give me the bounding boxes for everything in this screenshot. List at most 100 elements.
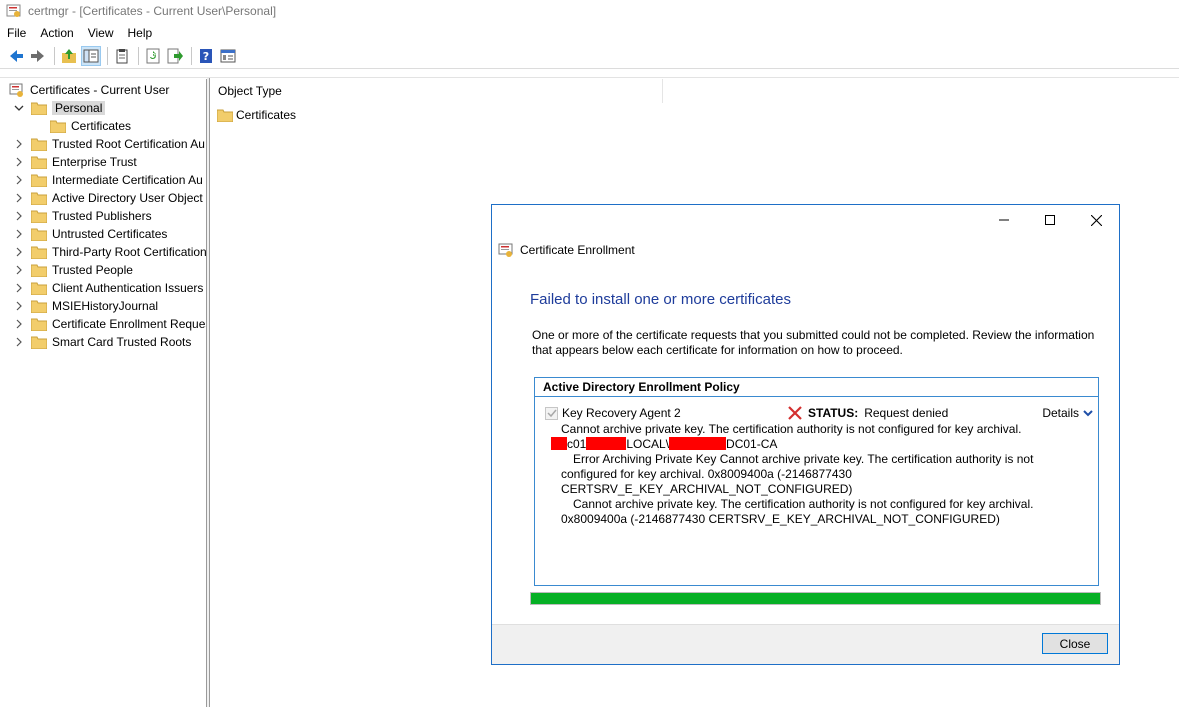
dialog-header: Certificate Enrollment (498, 242, 635, 258)
tree-item-label: Personal (52, 101, 106, 115)
tree-item[interactable]: MSIEHistoryJournal (13, 297, 158, 315)
dialog-footer: Close (492, 624, 1119, 664)
chevron-right-icon[interactable] (13, 210, 25, 222)
folder-icon (31, 156, 47, 169)
forward-button[interactable] (28, 46, 48, 66)
tree-item[interactable]: Intermediate Certification Au (13, 171, 203, 189)
tree-item[interactable]: Untrusted Certificates (13, 225, 167, 243)
close-button[interactable]: Close (1042, 633, 1108, 654)
ca-name-part: c01 (567, 437, 587, 451)
folder-icon (31, 174, 47, 187)
toolbar-separator (107, 47, 108, 65)
chevron-right-icon[interactable] (13, 282, 25, 294)
details-toggle[interactable]: Details (1042, 405, 1093, 421)
column-header-object-type[interactable]: Object Type (211, 79, 663, 103)
up-one-level-button[interactable] (59, 46, 79, 66)
certmgr-app-icon (6, 4, 21, 17)
menu-help[interactable]: Help (121, 26, 160, 40)
tree-item-label: Client Authentication Issuers (52, 281, 204, 295)
show-hide-tree-button[interactable] (81, 46, 101, 66)
folder-icon (31, 264, 47, 277)
help-button[interactable]: ? (196, 46, 216, 66)
tree-item-label: MSIEHistoryJournal (52, 299, 159, 313)
close-icon (1090, 214, 1102, 226)
column-header-label: Object Type (218, 84, 282, 98)
folder-icon (31, 336, 47, 349)
menu-view[interactable]: View (81, 26, 121, 40)
certificate-store-icon (9, 83, 23, 97)
tree-item[interactable]: Certificate Enrollment Reques (13, 315, 207, 333)
tree-item[interactable]: Client Authentication Issuers (13, 279, 203, 297)
redaction-mark (551, 437, 567, 450)
tree-item[interactable]: Trusted Publishers (13, 207, 152, 225)
tree-item[interactable]: Active Directory User Object (13, 189, 203, 207)
properties-button[interactable] (218, 46, 238, 66)
list-item[interactable]: Certificates (217, 106, 296, 124)
list-item-label: Certificates (236, 108, 297, 122)
clipboard-icon (116, 49, 128, 64)
up-folder-icon (62, 49, 76, 63)
tree-root[interactable]: Certificates - Current User (9, 81, 169, 99)
tree-item[interactable]: Smart Card Trusted Roots (13, 333, 191, 351)
folder-icon (31, 102, 47, 115)
status-label: STATUS: (808, 406, 859, 420)
certificate-checkbox[interactable] (545, 406, 558, 420)
folder-icon (217, 109, 233, 122)
pane-splitter[interactable] (207, 78, 210, 707)
error-message-line: configured for key archival. 0x8009400a … (561, 467, 852, 481)
folder-icon (31, 228, 47, 241)
chevron-right-icon[interactable] (13, 264, 25, 276)
chevron-right-icon[interactable] (13, 174, 25, 186)
clipboard-button[interactable] (112, 46, 132, 66)
progress-fill (531, 593, 1100, 604)
tree-item[interactable]: Third-Party Root Certification (13, 243, 207, 261)
status-indicator: STATUS: Request denied (788, 405, 948, 421)
folder-icon (31, 138, 47, 151)
error-message-line: 0x8009400a (-2146877430 CERTSRV_E_KEY_AR… (561, 512, 1000, 526)
tree-item-personal-certificates[interactable]: Certificates (50, 117, 131, 135)
menu-file[interactable]: File (0, 26, 33, 40)
maximize-icon (1045, 215, 1055, 225)
export-list-button[interactable] (165, 46, 185, 66)
folder-icon (31, 300, 47, 313)
chevron-right-icon[interactable] (13, 246, 25, 258)
details-label: Details (1042, 406, 1079, 420)
close-window-button[interactable] (1073, 205, 1119, 235)
show-hide-tree-icon (83, 49, 99, 63)
chevron-right-icon[interactable] (13, 228, 25, 240)
svg-text:?: ? (203, 50, 209, 63)
tree-item-label: Third-Party Root Certification (52, 245, 207, 259)
tree-item-label: Trusted Publishers (52, 209, 152, 223)
error-message-line: Error Archiving Private Key Cannot archi… (573, 452, 1034, 466)
chevron-right-icon[interactable] (13, 156, 25, 168)
certificate-enrollment-dialog: Certificate Enrollment Failed to install… (491, 204, 1120, 665)
tree-item-label: Enterprise Trust (52, 155, 137, 169)
back-button[interactable] (6, 46, 26, 66)
tree-item-label: Certificate Enrollment Reques (52, 317, 207, 331)
error-x-icon (788, 406, 802, 420)
minimize-button[interactable] (981, 205, 1027, 235)
tree-item[interactable]: Trusted Root Certification Au (13, 135, 205, 153)
refresh-button[interactable] (143, 46, 163, 66)
ca-name-part: DC01-CA (726, 437, 778, 451)
tree-item[interactable]: Enterprise Trust (13, 153, 137, 171)
properties-icon (220, 49, 236, 63)
chevron-right-icon[interactable] (13, 192, 25, 204)
tree-item[interactable]: Trusted People (13, 261, 133, 279)
maximize-button[interactable] (1027, 205, 1073, 235)
tree-root-label: Certificates - Current User (30, 83, 170, 97)
enrollment-policy-panel: Active Directory Enrollment Policy Key R… (534, 377, 1099, 586)
tree-item-label: Smart Card Trusted Roots (52, 335, 192, 349)
tree-item-label: Active Directory User Object (52, 191, 203, 205)
console-tree: Certificates - Current User Personal Cer… (3, 79, 207, 707)
tree-item-label: Trusted People (52, 263, 133, 277)
menu-action[interactable]: Action (33, 26, 80, 40)
tree-item-personal[interactable]: Personal (13, 99, 106, 117)
chevron-down-icon[interactable] (13, 102, 25, 114)
chevron-right-icon[interactable] (13, 318, 25, 330)
toolbar-separator (138, 47, 139, 65)
chevron-right-icon[interactable] (13, 300, 25, 312)
redaction-mark (669, 437, 727, 450)
chevron-right-icon[interactable] (13, 138, 25, 150)
chevron-right-icon[interactable] (13, 336, 25, 348)
